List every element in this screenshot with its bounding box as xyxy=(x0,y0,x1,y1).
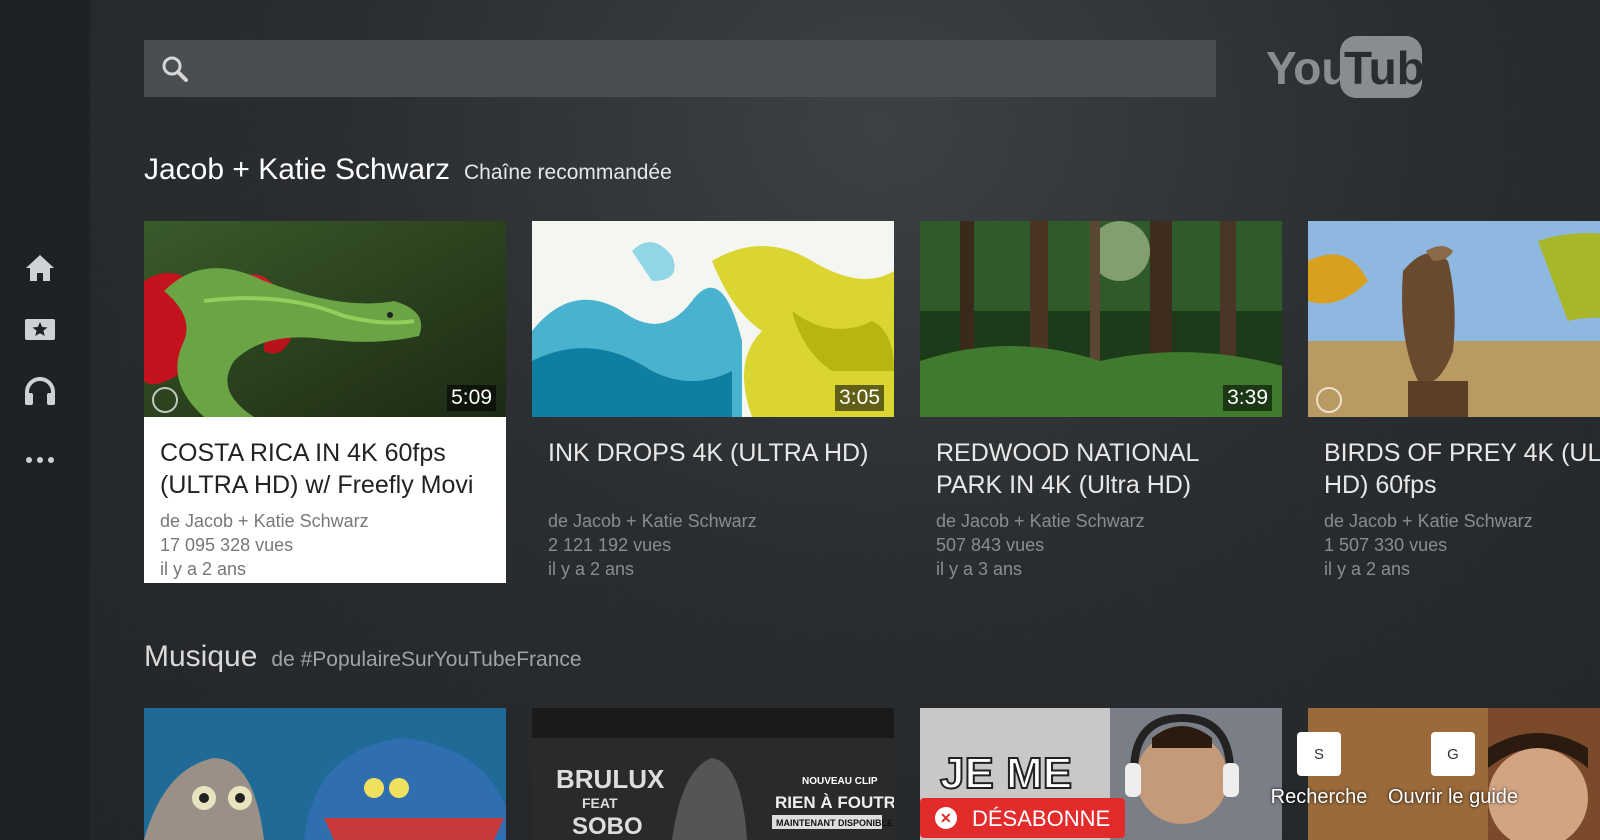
section-header: Jacob + Katie Schwarz Chaîne recommandée xyxy=(144,153,672,187)
video-title: INK DROPS 4K (ULTRA HD) xyxy=(548,439,869,467)
svg-text:DÉSABONNE: DÉSABONNE xyxy=(972,806,1110,831)
music-card-3[interactable]: JE ME ✕ DÉSABONNE xyxy=(920,708,1282,840)
sidebar xyxy=(0,0,90,840)
video-views: 507 843 vues xyxy=(936,535,1045,555)
video-title: BIRDS OF PREY 4K (ULTRA HD) 60fps xyxy=(1324,439,1600,499)
video-channel: de Jacob + Katie Schwarz xyxy=(160,511,369,531)
key-s-icon: S xyxy=(1297,732,1341,776)
video-age: il y a 2 ans xyxy=(548,559,635,579)
video-card-ink-drops[interactable]: 3:05 INK DROPS 4K (ULTRA HD) de Jacob + … xyxy=(532,221,894,583)
video-title: REDWOOD NATIONAL PARK IN 4K (Ultra HD) xyxy=(936,439,1199,499)
svg-text:Tube: Tube xyxy=(1344,42,1424,94)
music-card-2[interactable]: BRULUX FEAT SOBO NOUVEAU CLIP RIEN À FOU… xyxy=(532,708,894,840)
section-subtitle: Chaîne recommandée xyxy=(464,161,672,184)
section-subtitle: de #PopulaireSurYouTubeFrance xyxy=(271,648,582,671)
svg-text:FEAT: FEAT xyxy=(582,795,618,811)
search-icon[interactable] xyxy=(158,52,192,86)
video-duration: 3:05 xyxy=(835,385,884,411)
video-card-costa-rica[interactable]: 5:09 COSTA RICA IN 4K 60fps (ULTRA HD) w… xyxy=(144,221,506,583)
video-thumbnail: 3:39 xyxy=(920,221,1282,417)
headphones-icon[interactable] xyxy=(22,372,58,408)
section-title: Jacob + Katie Schwarz xyxy=(144,153,450,186)
svg-text:RIEN À FOUTRE: RIEN À FOUTRE xyxy=(775,793,894,812)
section-title: Musique xyxy=(144,640,258,673)
video-title: COSTA RICA IN 4K 60fps (ULTRA HD) w/ Fre… xyxy=(160,439,474,499)
video-thumbnail: JE ME ✕ DÉSABONNE xyxy=(920,708,1282,840)
video-views: 17 095 328 vues xyxy=(160,535,294,555)
video-thumbnail: 5:09 xyxy=(144,221,506,417)
star-icon[interactable] xyxy=(22,311,58,347)
video-card-birds-of-prey[interactable]: BIRDS OF PREY 4K (ULTRA HD) 60fps de Jac… xyxy=(1308,221,1600,583)
channel-watermark-icon xyxy=(1316,387,1342,413)
video-card-redwood[interactable]: 3:39 REDWOOD NATIONAL PARK IN 4K (Ultra … xyxy=(920,221,1282,583)
channel-watermark-icon xyxy=(152,387,178,413)
video-thumbnail: 3:05 xyxy=(532,221,894,417)
video-channel: de Jacob + Katie Schwarz xyxy=(936,511,1145,531)
search-bar[interactable] xyxy=(144,39,1216,98)
video-duration: 5:09 xyxy=(447,385,496,411)
svg-text:✕: ✕ xyxy=(940,810,952,826)
svg-text:MAINTENANT DISPONIBLE: MAINTENANT DISPONIBLE xyxy=(776,818,893,828)
video-thumbnail xyxy=(1308,221,1600,417)
video-channel: de Jacob + Katie Schwarz xyxy=(548,511,757,531)
search-shortcut-hint[interactable]: S Recherche xyxy=(1264,732,1374,809)
svg-text:You: You xyxy=(1266,42,1349,94)
home-icon[interactable] xyxy=(22,250,58,286)
music-section-header: Musique de #PopulaireSurYouTubeFrance xyxy=(144,640,582,674)
video-channel: de Jacob + Katie Schwarz xyxy=(1324,511,1533,531)
video-views: 2 121 192 vues xyxy=(548,535,672,555)
hint-label: Recherche xyxy=(1270,786,1368,808)
video-thumbnail xyxy=(144,708,506,840)
svg-text:NOUVEAU CLIP: NOUVEAU CLIP xyxy=(802,776,878,787)
video-age: il y a 3 ans xyxy=(936,559,1023,579)
svg-text:BRULUX: BRULUX xyxy=(556,764,665,794)
video-thumbnail: BRULUX FEAT SOBO NOUVEAU CLIP RIEN À FOU… xyxy=(532,708,894,840)
youtube-logo: You Tube xyxy=(1264,34,1450,100)
guide-shortcut-hint[interactable]: G Ouvrir le guide xyxy=(1378,732,1528,809)
video-row: 5:09 COSTA RICA IN 4K 60fps (ULTRA HD) w… xyxy=(144,221,1600,583)
video-duration: 3:39 xyxy=(1223,385,1272,411)
music-card-1[interactable] xyxy=(144,708,506,840)
key-g-icon: G xyxy=(1431,732,1475,776)
hint-label: Ouvrir le guide xyxy=(1387,786,1519,808)
video-age: il y a 2 ans xyxy=(160,559,247,579)
video-age: il y a 2 ans xyxy=(1324,559,1411,579)
svg-text:JE ME: JE ME xyxy=(940,749,1072,798)
svg-text:SOBO: SOBO xyxy=(572,813,643,840)
search-input[interactable] xyxy=(192,39,1216,98)
more-icon[interactable] xyxy=(22,442,58,478)
video-views: 1 507 330 vues xyxy=(1324,535,1448,555)
